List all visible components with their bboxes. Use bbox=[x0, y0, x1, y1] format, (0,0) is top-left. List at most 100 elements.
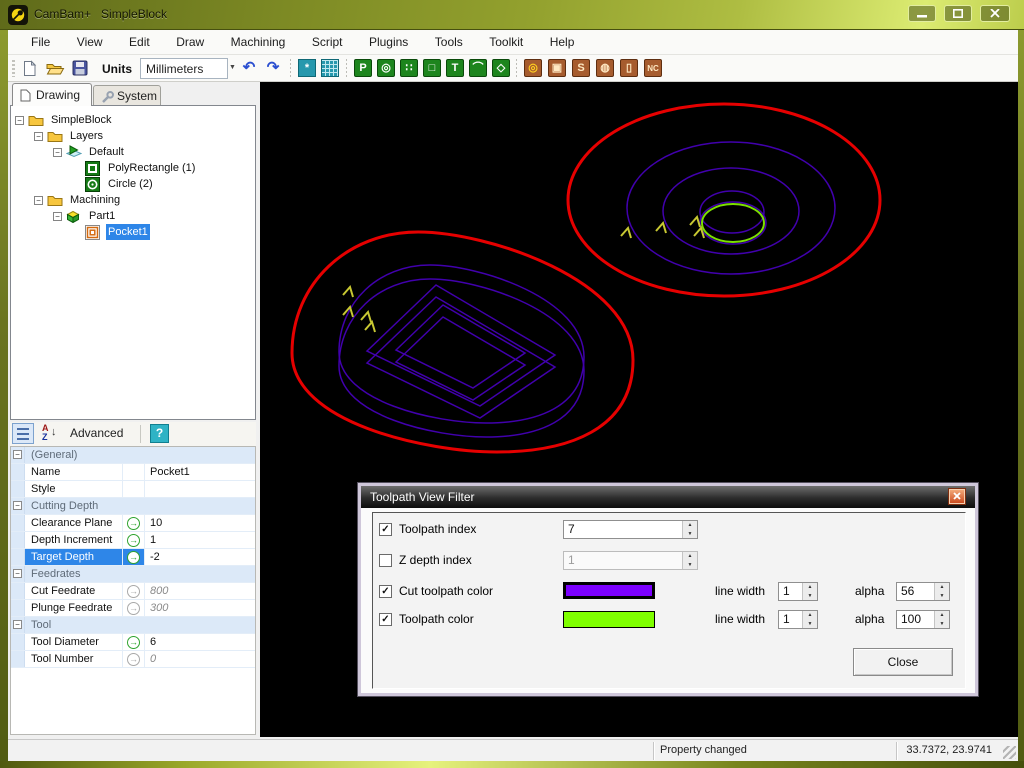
toolpath-color-checkbox[interactable]: ✓ bbox=[379, 613, 392, 626]
machine-gcode-icon[interactable]: NC bbox=[644, 59, 662, 77]
machine-drill-icon[interactable]: ◍ bbox=[596, 59, 614, 77]
alphabetical-sort-button[interactable]: A Z ↓ bbox=[40, 423, 62, 444]
spin-down-icon[interactable]: ▼ bbox=[803, 620, 817, 629]
minimize-button[interactable] bbox=[908, 5, 936, 22]
toolbar-grip[interactable] bbox=[12, 60, 15, 77]
spin-up-icon[interactable]: ▲ bbox=[803, 611, 817, 620]
tree-item-label[interactable]: Part1 bbox=[87, 208, 117, 224]
tree-item-pocket1[interactable]: Pocket1 bbox=[11, 224, 255, 240]
tree-item-machining[interactable]: − Machining bbox=[11, 192, 255, 208]
draw-text-icon[interactable]: T bbox=[446, 59, 464, 77]
machine-engrave-icon[interactable]: S bbox=[572, 59, 590, 77]
property-row-plunge-feedrate[interactable]: Plunge Feedrate → 300 bbox=[11, 600, 255, 617]
spin-down-icon[interactable]: ▼ bbox=[935, 592, 949, 601]
dialog-close-icon[interactable] bbox=[949, 489, 965, 504]
z-depth-index-checkbox[interactable] bbox=[379, 554, 392, 567]
property-category[interactable]: − Cutting Depth bbox=[11, 498, 255, 515]
redo-icon[interactable]: ↷ bbox=[264, 59, 282, 77]
cut-line-width-spinner[interactable]: 1 ▲▼ bbox=[778, 582, 818, 601]
property-value[interactable]: -2 bbox=[145, 549, 255, 565]
tree-item-polyrectangle[interactable]: PolyRectangle (1) bbox=[11, 160, 255, 176]
resize-grip[interactable] bbox=[1003, 746, 1016, 759]
tree-item-part1[interactable]: − Part1 bbox=[11, 208, 255, 224]
tree-expander-icon[interactable]: − bbox=[53, 212, 62, 221]
machine-lathe-icon[interactable]: ▯ bbox=[620, 59, 638, 77]
menu-view[interactable]: View bbox=[66, 30, 114, 55]
menu-plugins[interactable]: Plugins bbox=[358, 30, 419, 55]
spinner-value[interactable]: 100 bbox=[897, 611, 934, 628]
spinner-value[interactable]: 7 bbox=[564, 521, 682, 538]
property-row-target-depth[interactable]: Target Depth → -2 bbox=[11, 549, 255, 566]
tree-expander-icon[interactable]: − bbox=[53, 148, 62, 157]
tree-item-label[interactable]: Circle (2) bbox=[106, 176, 155, 192]
machine-pocket-icon[interactable]: ▣ bbox=[548, 59, 566, 77]
property-value[interactable]: 6 bbox=[145, 634, 255, 650]
spin-down-icon[interactable]: ▼ bbox=[683, 530, 697, 539]
draw-rectangle-icon[interactable]: □ bbox=[423, 59, 441, 77]
property-value[interactable]: 10 bbox=[145, 515, 255, 531]
property-row-cut-feedrate[interactable]: Cut Feedrate → 800 bbox=[11, 583, 255, 600]
collapse-icon[interactable]: − bbox=[13, 450, 22, 459]
spin-up-icon[interactable]: ▲ bbox=[935, 611, 949, 620]
property-value[interactable]: 1 bbox=[145, 532, 255, 548]
spin-up-icon[interactable]: ▲ bbox=[935, 583, 949, 592]
dialog-title-bar[interactable]: Toolpath View Filter bbox=[361, 486, 975, 508]
spin-up-icon[interactable]: ▲ bbox=[683, 521, 697, 530]
property-value[interactable]: 300 bbox=[145, 600, 255, 616]
tree-item-label[interactable]: PolyRectangle (1) bbox=[106, 160, 197, 176]
collapse-icon[interactable]: − bbox=[13, 620, 22, 629]
draw-points-icon[interactable]: ∷ bbox=[400, 59, 418, 77]
property-category[interactable]: − (General) bbox=[11, 447, 255, 464]
tree-item-label[interactable]: Machining bbox=[68, 192, 122, 208]
draw-polyline-icon[interactable]: P bbox=[354, 59, 372, 77]
tree-item-layers[interactable]: − Layers bbox=[11, 128, 255, 144]
property-row-depth-increment[interactable]: Depth Increment → 1 bbox=[11, 532, 255, 549]
tree-item-label[interactable]: SimpleBlock bbox=[49, 112, 114, 128]
property-value[interactable]: 0 bbox=[145, 651, 255, 667]
menu-edit[interactable]: Edit bbox=[118, 30, 161, 55]
spinner-value[interactable]: 1 bbox=[779, 583, 802, 600]
menu-toolkit[interactable]: Toolkit bbox=[478, 30, 534, 55]
menu-draw[interactable]: Draw bbox=[165, 30, 215, 55]
categorized-view-button[interactable] bbox=[12, 423, 34, 444]
help-button[interactable]: ? bbox=[150, 424, 169, 443]
tree-expander-icon[interactable]: − bbox=[34, 132, 43, 141]
menu-tools[interactable]: Tools bbox=[424, 30, 474, 55]
menu-help[interactable]: Help bbox=[539, 30, 586, 55]
spin-down-icon[interactable]: ▼ bbox=[935, 620, 949, 629]
spinner-value[interactable]: 56 bbox=[897, 583, 934, 600]
tree-item-label[interactable]: Layers bbox=[68, 128, 105, 144]
tab-system[interactable]: System bbox=[93, 85, 161, 106]
property-row-tool-diameter[interactable]: Tool Diameter → 6 bbox=[11, 634, 255, 651]
undo-icon[interactable]: ↶ bbox=[240, 59, 258, 77]
cut-alpha-spinner[interactable]: 56 ▲▼ bbox=[896, 582, 950, 601]
property-value[interactable] bbox=[145, 481, 255, 497]
property-row-name[interactable]: Name Pocket1 bbox=[11, 464, 255, 481]
property-value[interactable]: 800 bbox=[145, 583, 255, 599]
units-dropdown[interactable]: Millimeters bbox=[140, 58, 228, 79]
tree-item-default-layer[interactable]: − Default bbox=[11, 144, 255, 160]
toolpath-alpha-spinner[interactable]: 100 ▲▼ bbox=[896, 610, 950, 629]
draw-arc-icon[interactable]: ⌒ bbox=[469, 59, 487, 77]
tree-item-label[interactable]: Default bbox=[87, 144, 126, 160]
spin-up-icon[interactable]: ▲ bbox=[803, 583, 817, 592]
menu-script[interactable]: Script bbox=[301, 30, 354, 55]
new-file-icon[interactable] bbox=[22, 60, 38, 77]
draw-circle-icon[interactable]: ◎ bbox=[377, 59, 395, 77]
units-dropdown-arrow-icon[interactable]: ▼ bbox=[229, 64, 236, 71]
tab-drawing[interactable]: Drawing bbox=[12, 83, 92, 106]
property-value[interactable]: Pocket1 bbox=[145, 464, 255, 480]
property-row-style[interactable]: Style bbox=[11, 481, 255, 498]
toolpath-index-checkbox[interactable]: ✓ bbox=[379, 523, 392, 536]
close-button[interactable] bbox=[980, 5, 1010, 22]
toolpath-line-width-spinner[interactable]: 1 ▲▼ bbox=[778, 610, 818, 629]
save-icon[interactable] bbox=[72, 60, 88, 76]
cut-toolpath-color-checkbox[interactable]: ✓ bbox=[379, 585, 392, 598]
property-category[interactable]: − Feedrates bbox=[11, 566, 255, 583]
close-dialog-button[interactable]: Close bbox=[853, 648, 953, 676]
collapse-icon[interactable]: − bbox=[13, 569, 22, 578]
spin-down-icon[interactable]: ▼ bbox=[803, 592, 817, 601]
advanced-button[interactable]: Advanced bbox=[70, 426, 123, 440]
cut-toolpath-color-swatch[interactable] bbox=[563, 582, 655, 599]
property-row-clearance-plane[interactable]: Clearance Plane → 10 bbox=[11, 515, 255, 532]
